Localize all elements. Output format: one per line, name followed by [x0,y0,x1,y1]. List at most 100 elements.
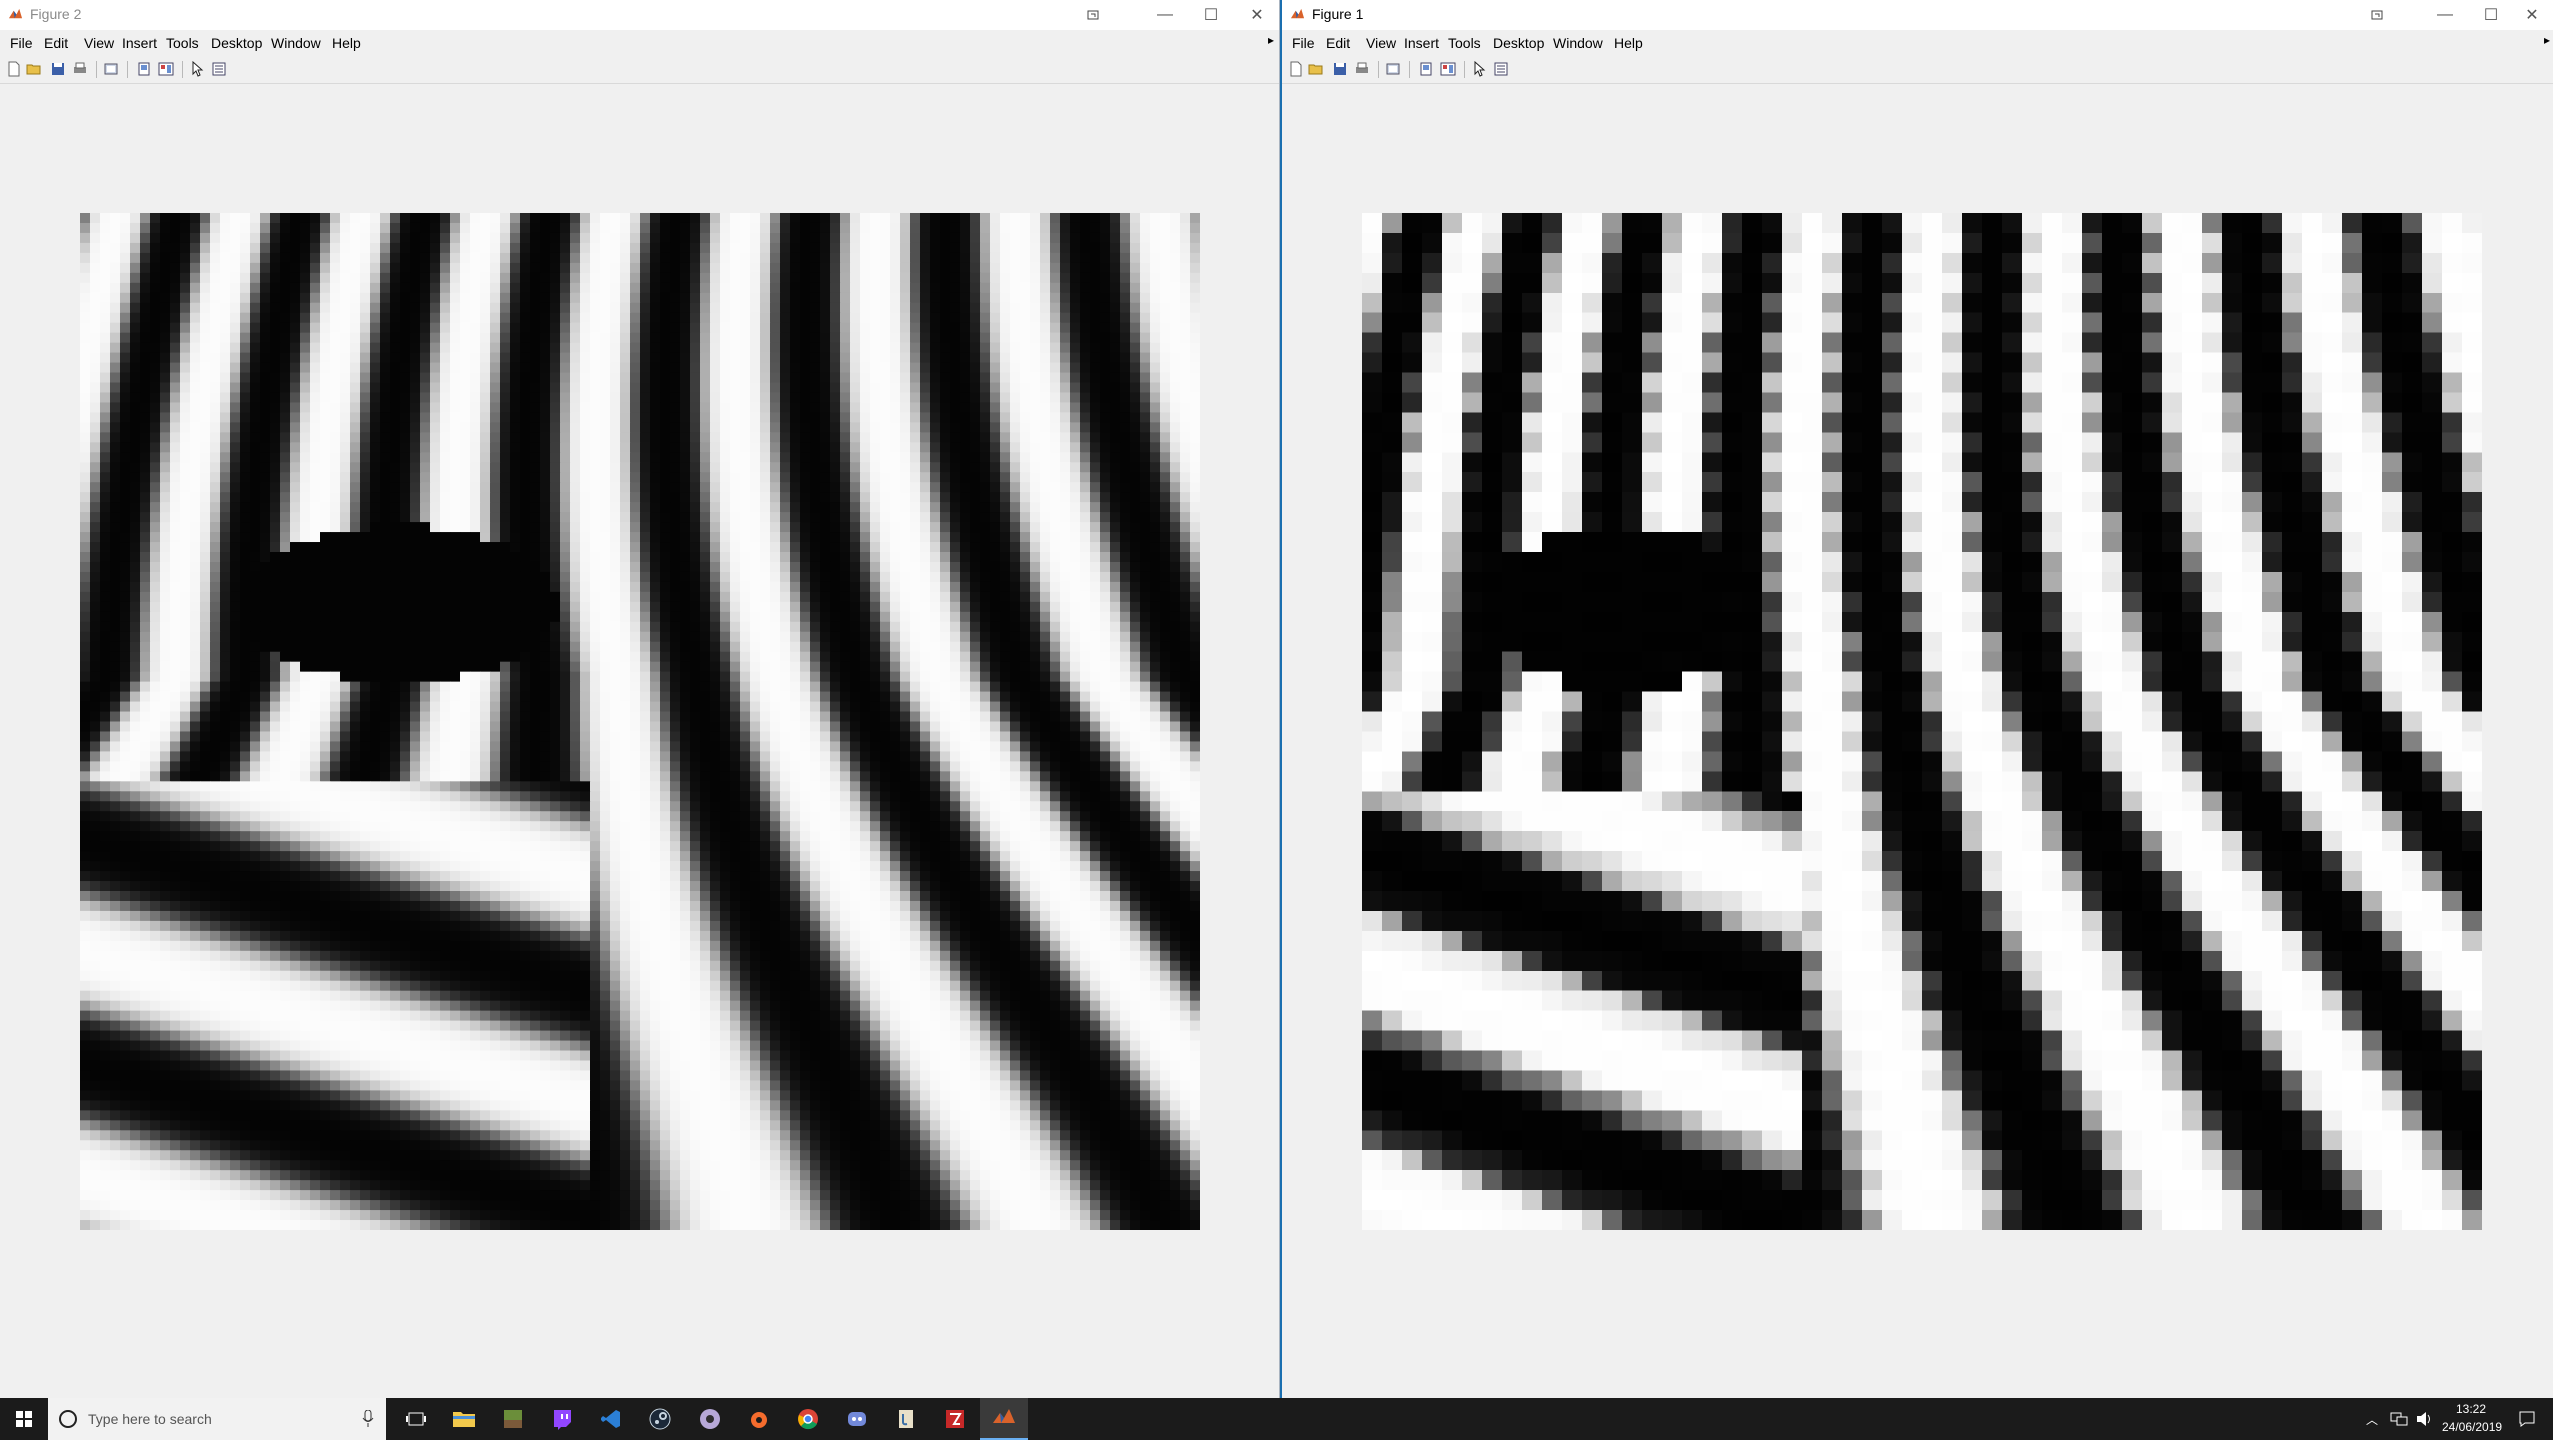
image-pixel [430,292,441,304]
image-pixel [550,581,561,593]
image-pixel [1020,262,1031,274]
image-pixel [230,442,241,453]
image-pixel [730,641,741,653]
image-pixel [740,641,751,653]
image-pixel [850,482,861,493]
image-pixel [330,522,341,533]
menu-file[interactable]: File [10,35,33,51]
image-pixel [590,422,601,433]
close-button[interactable]: ✕ [1234,0,1280,30]
image-pixel [970,342,981,354]
image-pixel [1080,472,1091,483]
image-pixel [810,382,821,393]
image-pixel [960,472,971,483]
image-pixel [300,502,311,513]
menu-overflow-arrow[interactable]: ▸ [1268,33,1274,47]
image-pixel [340,382,351,393]
image-pixel [430,561,441,573]
image-pixel [980,561,991,573]
image-pixel [100,432,111,443]
image-pixel [570,621,581,633]
image-pixel [150,601,161,613]
image-pixel [990,262,1001,274]
image-pixel [200,542,211,553]
image-pixel [120,252,131,264]
image-pixel [1160,412,1171,423]
menu-window[interactable]: Window [271,35,321,51]
image-pixel [430,631,441,643]
image-pixel [1060,601,1071,613]
image-pixel [330,591,341,603]
edit-plot-icon[interactable] [189,61,205,77]
image-pixel [1140,432,1151,443]
save-icon[interactable] [50,61,66,77]
menu-help[interactable]: Help [332,35,361,51]
image-pixel [290,302,301,314]
image-pixel [1140,242,1151,254]
image-pixel [200,282,211,294]
hide-plot-tools-icon[interactable] [136,61,152,77]
image-pixel [130,542,141,553]
image-pixel [930,342,941,354]
open-property-inspector-icon[interactable] [211,61,227,77]
image-pixel [1030,292,1041,304]
image-pixel [90,372,101,383]
image-pixel [740,262,751,274]
image-pixel [380,462,391,473]
image-pixel [710,571,721,583]
image-pixel [480,492,491,503]
image-pixel [630,631,641,643]
menu-desktop[interactable]: Desktop [211,35,262,51]
image-pixel [970,402,981,413]
image-pixel [570,581,581,593]
image-pixel [900,571,911,583]
image-pixel [470,432,481,443]
image-pixel [670,232,681,244]
image-pixel [1010,522,1021,533]
image-pixel [760,591,771,603]
image-pixel [580,272,591,284]
image-pixel [90,282,101,294]
figure-2-window[interactable]: Figure 2 — ☐ ✕ File Edit View Insert Too… [0,0,1280,1398]
minimize-button[interactable]: — [1142,0,1188,30]
image-pixel [190,651,201,663]
dock-button[interactable] [1070,0,1116,30]
image-pixel [1190,312,1200,324]
image-pixel [1060,312,1071,324]
image-pixel [670,552,681,563]
image-pixel [990,352,1001,364]
image-pixel [240,362,251,374]
image-pixel [440,502,451,513]
menu-view[interactable]: View [84,35,114,51]
image-pixel [230,272,241,284]
image-pixel [900,252,911,264]
image-pixel [1070,213,1081,224]
menu-insert[interactable]: Insert [122,35,157,51]
menu-tools[interactable]: Tools [166,35,199,51]
menu-edit[interactable]: Edit [44,35,68,51]
image-pixel [90,621,101,633]
image-pixel [1060,462,1071,473]
image-pixel [900,442,911,453]
image-pixel [800,272,811,284]
maximize-button[interactable]: ☐ [1188,0,1234,30]
show-plot-tools-icon[interactable] [158,61,174,77]
open-file-icon[interactable] [26,61,42,77]
print-icon[interactable] [72,61,88,77]
image-pixel [150,242,161,254]
image-pixel [1110,472,1121,483]
image-pixel [940,452,951,463]
image-pixel [180,571,191,583]
image-pixel [1190,542,1200,553]
image-pixel [850,382,861,393]
image-pixel [550,611,561,623]
new-figure-icon[interactable] [6,61,22,77]
print-preview-icon[interactable] [103,61,119,77]
image-pixel [600,222,611,234]
image-pixel [180,213,191,224]
image-pixel [160,232,171,244]
image-pixel [710,342,721,354]
image-pixel [110,522,121,533]
title-bar[interactable]: Figure 2 — ☐ ✕ [0,0,1279,30]
image-pixel [560,222,571,234]
